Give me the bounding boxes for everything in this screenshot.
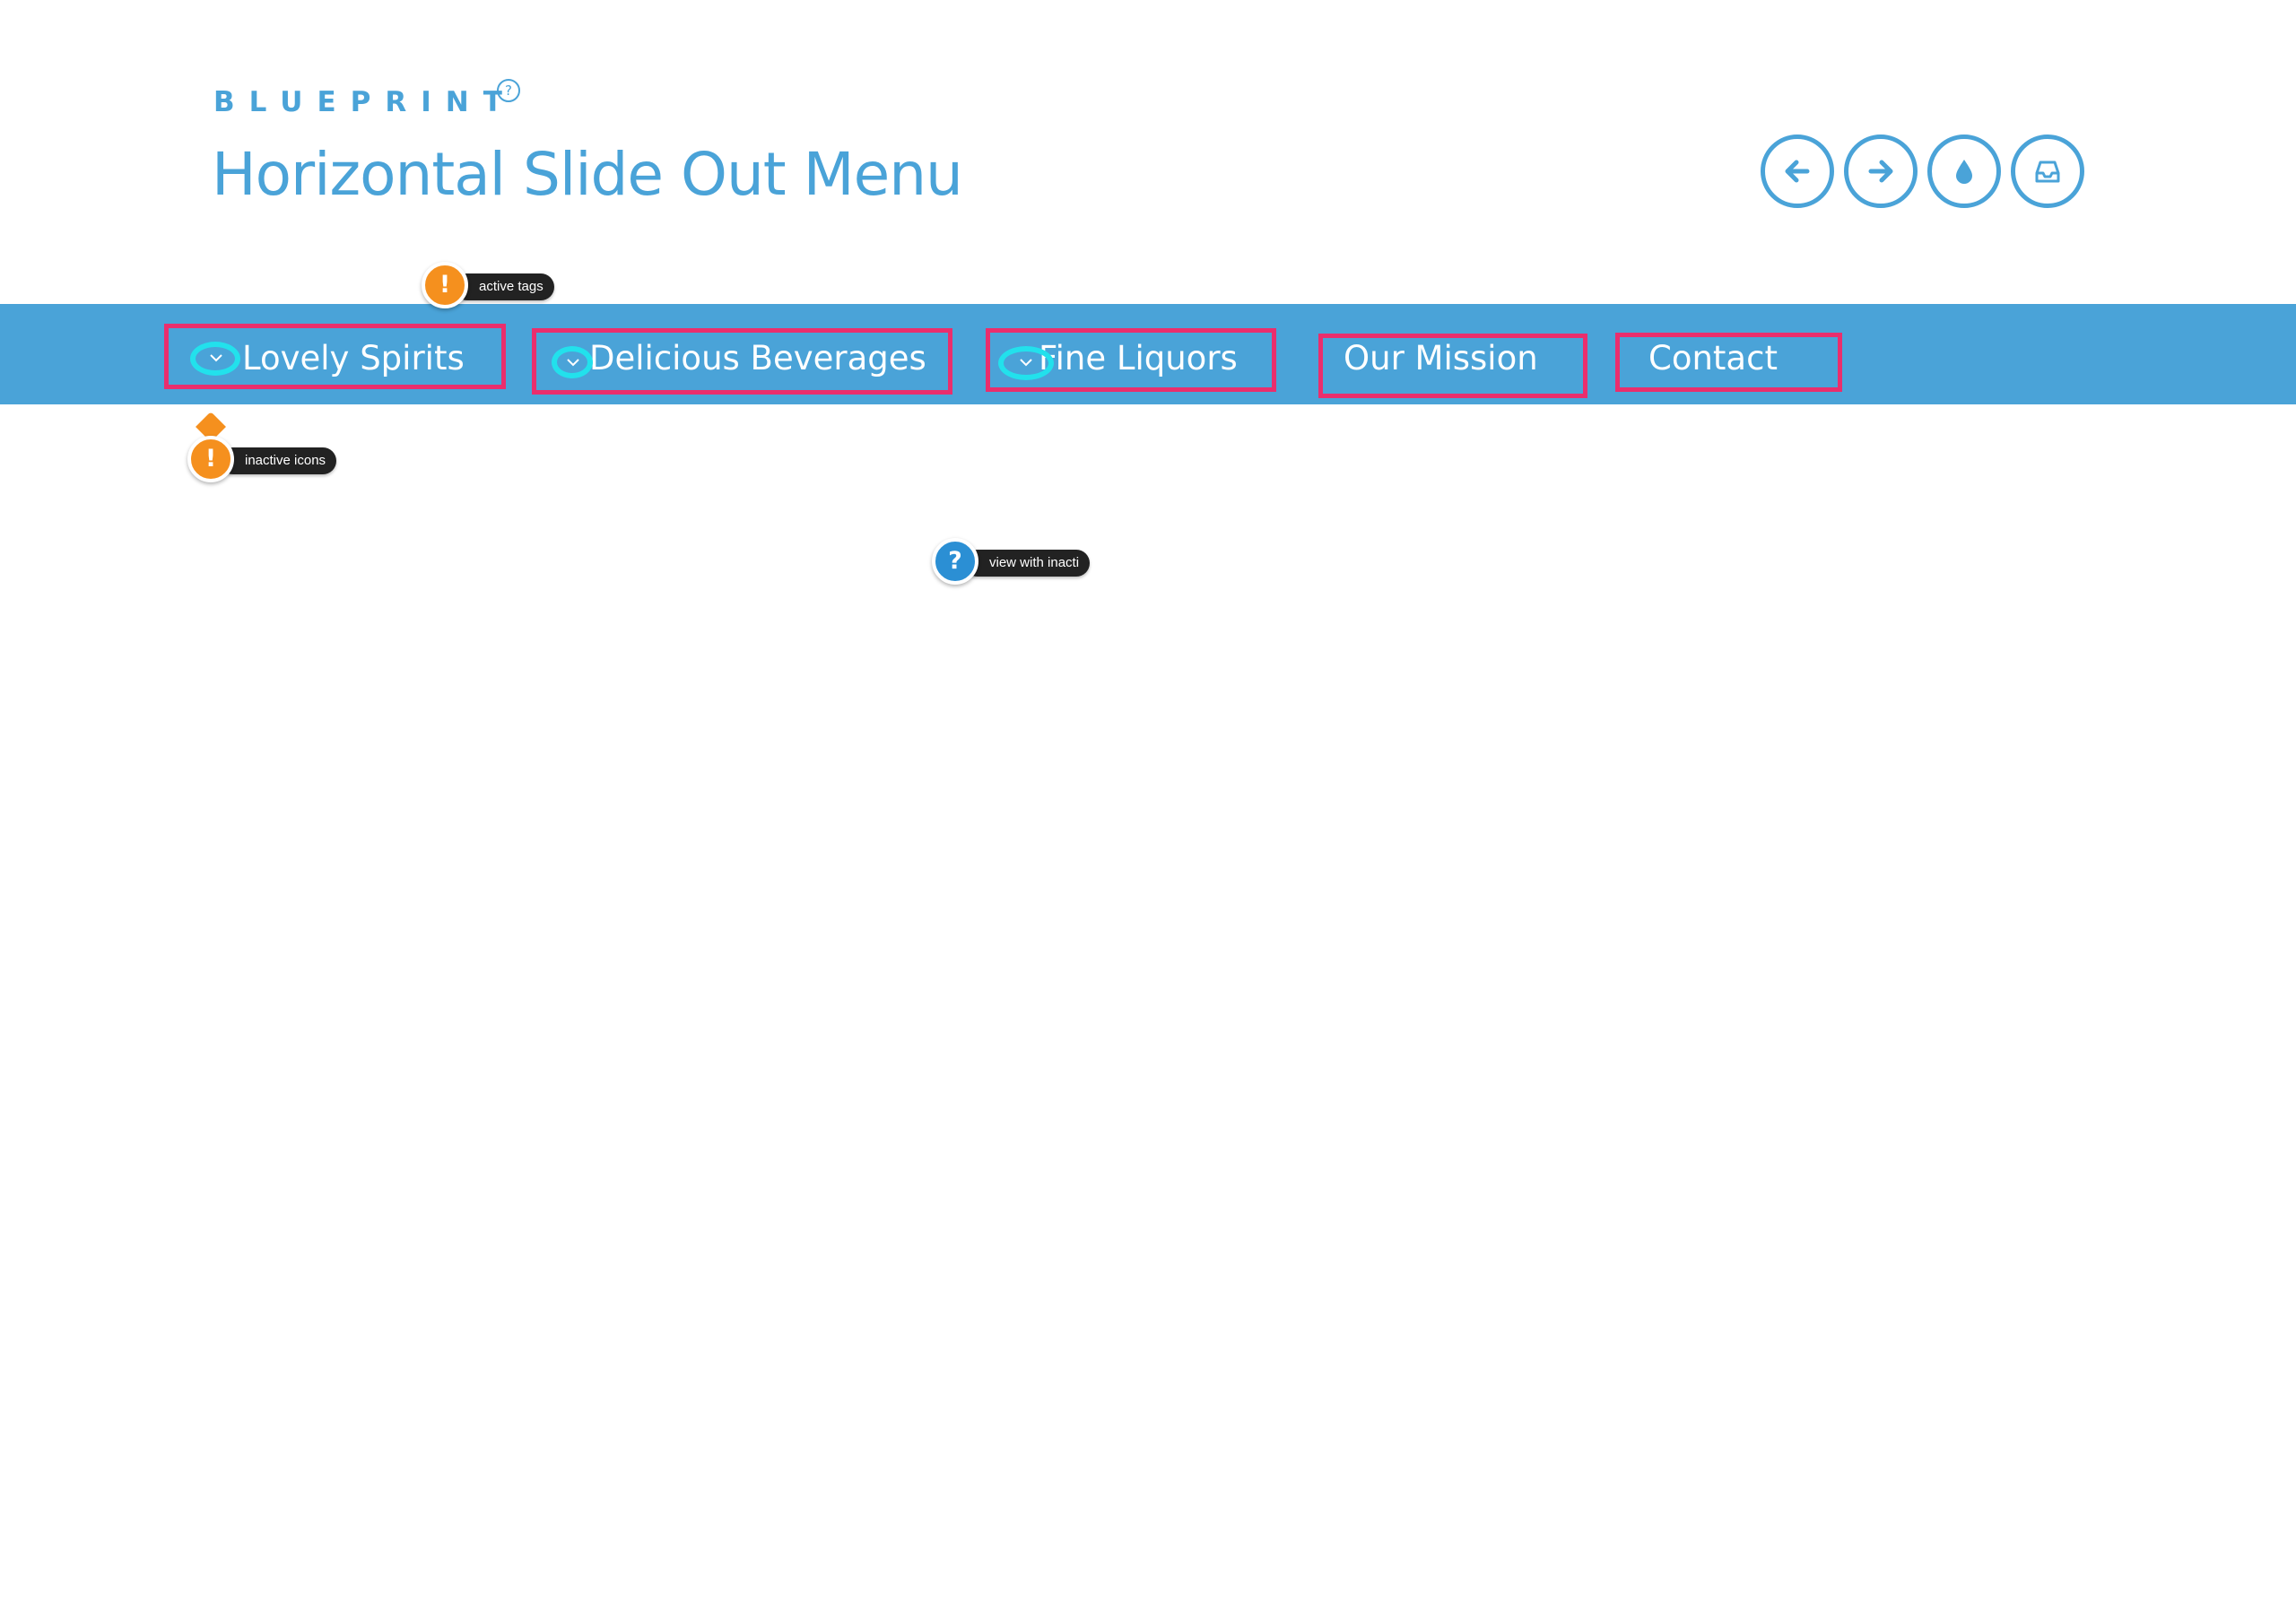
annotation-label: inactive icons: [220, 447, 337, 474]
annotation-active-tags[interactable]: active tags !: [422, 262, 565, 308]
warning-icon: !: [422, 262, 468, 308]
registered-mark-icon: ?: [497, 79, 520, 102]
drop-icon: [1956, 160, 1972, 184]
nav-item-fine-liquors[interactable]: Fine Liquors: [986, 328, 1276, 392]
annotation-view-with[interactable]: view with inacti ?: [932, 538, 1102, 585]
annotation-label: view with inacti: [964, 550, 1091, 577]
help-icon: ?: [932, 538, 978, 585]
nav-item-label: Fine Liquors: [1039, 339, 1238, 377]
nav-item-label: Lovely Spirits: [242, 339, 465, 377]
main-nav-bar: Lovely Spirits Delicious Beverages Fine …: [0, 304, 2296, 404]
previous-button[interactable]: [1761, 134, 1834, 208]
arrow-right-icon: [1868, 160, 1893, 183]
nav-item-label: Our Mission: [1344, 339, 1538, 377]
arrow-left-icon: [1785, 160, 1810, 183]
inbox-icon: [2035, 161, 2060, 183]
nav-item-lovely-spirits[interactable]: Lovely Spirits: [164, 324, 506, 389]
color-button[interactable]: [1927, 134, 2001, 208]
chevron-down-icon: [190, 342, 240, 376]
nav-item-contact[interactable]: Contact: [1615, 333, 1842, 392]
warning-icon: !: [187, 436, 234, 482]
inbox-button[interactable]: [2011, 134, 2084, 208]
chevron-down-icon: [552, 346, 593, 378]
nav-item-label: Contact: [1648, 339, 1778, 377]
brand-wordmark: BLUEPRINT: [213, 86, 517, 118]
nav-item-delicious-beverages[interactable]: Delicious Beverages: [532, 328, 952, 395]
chevron-down-icon: [998, 346, 1054, 380]
nav-item-our-mission[interactable]: Our Mission: [1318, 334, 1587, 398]
annotation-label: active tags: [454, 273, 554, 300]
page-title: Horizontal Slide Out Menu: [212, 140, 963, 209]
next-button[interactable]: [1844, 134, 1918, 208]
nav-item-label: Delicious Beverages: [589, 339, 926, 377]
annotation-inactive-icons[interactable]: inactive icons !: [187, 412, 349, 482]
